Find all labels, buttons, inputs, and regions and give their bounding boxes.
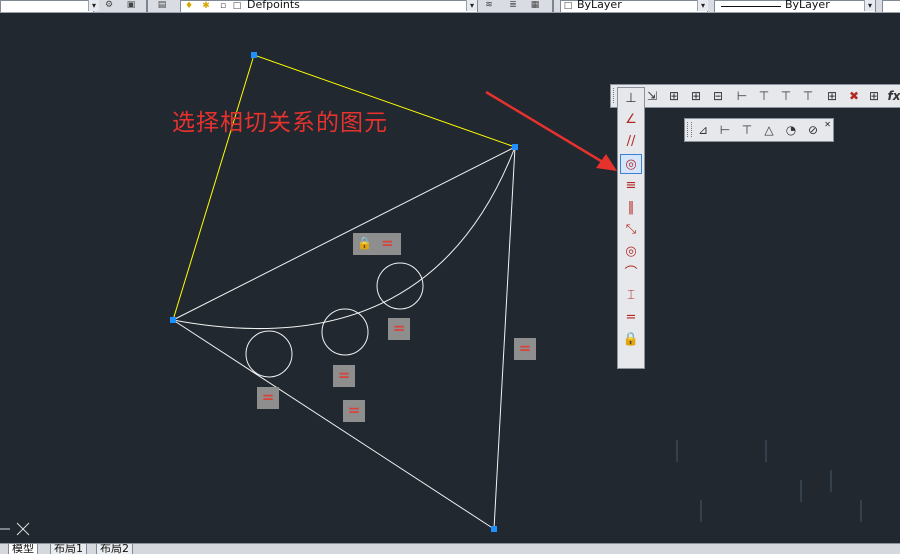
horizontal-icon[interactable]: ≡: [620, 176, 642, 196]
vertical-dim-icon[interactable]: ⊤: [798, 87, 818, 105]
aligned-constraint-icon[interactable]: ⊤: [754, 87, 774, 105]
close-icon[interactable]: ✕: [824, 120, 831, 129]
workspace-combo[interactable]: [0, 0, 94, 12]
tangent-arc[interactable]: [172, 146, 516, 330]
lightbulb-icon: ♦: [184, 1, 194, 11]
toolbar-separator: [552, 0, 554, 12]
layer-properties-icon[interactable]: ▤: [157, 0, 167, 10]
horizontal-dim-icon[interactable]: ⊢: [715, 121, 735, 139]
diameter-dim-icon[interactable]: ⊘: [803, 121, 823, 139]
annotation-arrow-shaft: [485, 90, 607, 166]
top-toolbar: ▾ ⚙ ▣ ▤ ♦ ✱ ▫ □ Defpoints ▾ ≋ ≣ ▦ □ ByLa…: [0, 0, 900, 13]
linetype-combo[interactable]: ByLayer: [714, 0, 876, 12]
linetype-sample: [721, 6, 781, 7]
linear-dim-icon[interactable]: ⊿: [693, 121, 713, 139]
coincident-icon[interactable]: ⊥: [620, 89, 642, 109]
annotation-text: 选择相切关系的图元: [172, 110, 388, 136]
toolbar-separator: [146, 0, 148, 12]
equal-constraint-badge[interactable]: =: [343, 400, 365, 422]
annotation-arrow-head: [596, 154, 617, 171]
canvas-noise: [676, 440, 862, 522]
vertical-icon[interactable]: ‖: [620, 198, 642, 218]
delete-constraints-icon[interactable]: ✖: [844, 87, 864, 105]
equal-symbol: =: [381, 234, 394, 252]
layer-previous-icon[interactable]: ≣: [508, 0, 518, 10]
parametric-toolbar-horizontal: = ⇲ ⊞ ⊞ ⊟ ⊢ ⊤ ⊤ ⊤ ⊞ ✖ ⊞ fx: [610, 84, 900, 108]
tab-layout1[interactable]: 布局1: [50, 544, 87, 554]
tab-model[interactable]: 模型: [8, 544, 38, 554]
grip-point[interactable]: [491, 526, 497, 532]
fix-lock-icon[interactable]: 🔒: [620, 330, 642, 350]
make-current-icon[interactable]: ≋: [484, 0, 494, 10]
color-dropdown-arrow[interactable]: ▾: [697, 0, 708, 11]
auto-constrain-icon[interactable]: ⇲: [642, 87, 662, 105]
tangent-icon[interactable]: ◎: [620, 154, 642, 174]
toolbar-grip[interactable]: [687, 122, 692, 137]
parameters-manager-icon[interactable]: ⊞: [864, 87, 884, 105]
ucs-icon: [0, 522, 30, 536]
line-diagonal[interactable]: [172, 146, 516, 321]
geometric-toolbar-vertical: ⊥ ∠ // ◎ ≡ ‖ ⤡ ◎ ⌒ ⌶ = 🔒: [617, 87, 645, 369]
color-combo-text: ByLayer: [577, 0, 622, 11]
circle-1[interactable]: [245, 330, 293, 378]
smooth-icon[interactable]: ⌒: [620, 264, 642, 284]
perpendicular-icon[interactable]: ∠: [620, 110, 642, 130]
color-swatch-icon: □: [563, 1, 573, 11]
selected-line-left[interactable]: [172, 54, 255, 321]
grip-point[interactable]: [512, 144, 518, 150]
collinear-icon[interactable]: ⤡: [620, 220, 642, 240]
layer-name: Defpoints: [247, 0, 300, 11]
equal-constraint-badge[interactable]: =: [514, 338, 536, 360]
workspace-dropdown-arrow[interactable]: ▾: [88, 0, 99, 11]
dimensional-toolbar-floating: ⊿ ⊢ ⊤ △ ◔ ⊘ ✕: [684, 118, 834, 142]
circle-2[interactable]: [321, 308, 369, 356]
layer-combo[interactable]: ♦ ✱ ▫ □ Defpoints: [180, 0, 478, 12]
equal-icon[interactable]: =: [620, 308, 642, 328]
tab-layout2[interactable]: 布局2: [96, 544, 133, 554]
fix-equal-constraint-badge[interactable]: 🔒 =: [353, 233, 401, 255]
linetype-combo-text: ByLayer: [785, 0, 830, 11]
layout-tab-bar: 模型 布局1 布局2: [0, 543, 900, 554]
circle-3[interactable]: [376, 262, 424, 310]
equal-constraint-badge[interactable]: =: [257, 387, 279, 409]
hide-all-icon[interactable]: ⊟: [708, 87, 728, 105]
fx-icon[interactable]: fx: [884, 87, 900, 105]
equal-constraint-badge[interactable]: =: [333, 365, 355, 387]
symmetric-icon[interactable]: ⌶: [620, 286, 642, 306]
parallel-icon[interactable]: //: [620, 132, 642, 152]
lineweight-combo[interactable]: [882, 0, 900, 12]
sun-icon: ✱: [202, 1, 210, 11]
grip-point[interactable]: [170, 317, 176, 323]
radius-dim-icon[interactable]: ◔: [781, 121, 801, 139]
lock-open-icon: ▫: [219, 1, 227, 11]
grip-point[interactable]: [251, 52, 257, 58]
color-combo[interactable]: □ ByLayer: [560, 0, 708, 12]
layer-state-icon[interactable]: ▦: [530, 0, 540, 10]
show-constraints-icon[interactable]: ⊞: [664, 87, 684, 105]
show-all-icon[interactable]: ⊞: [686, 87, 706, 105]
lock-icon: 🔒: [357, 236, 372, 250]
concentric-icon[interactable]: ◎: [620, 242, 642, 262]
aligned-dim-icon[interactable]: △: [759, 121, 779, 139]
gear-icon[interactable]: ⚙: [104, 0, 114, 10]
linear-constraint-icon[interactable]: ⊢: [732, 87, 752, 105]
line-right[interactable]: [493, 146, 516, 530]
linetype-dropdown-arrow[interactable]: ▾: [864, 0, 875, 11]
layer-dropdown-arrow[interactable]: ▾: [466, 0, 477, 11]
horizontal-dim-icon[interactable]: ⊤: [776, 87, 796, 105]
show-dynamic-icon[interactable]: ⊞: [822, 87, 842, 105]
color-swatch-icon: □: [232, 1, 242, 11]
vertical-dim-icon[interactable]: ⊤: [737, 121, 757, 139]
workspace-settings-icon[interactable]: ▣: [126, 0, 136, 10]
equal-constraint-badge[interactable]: =: [388, 318, 410, 340]
